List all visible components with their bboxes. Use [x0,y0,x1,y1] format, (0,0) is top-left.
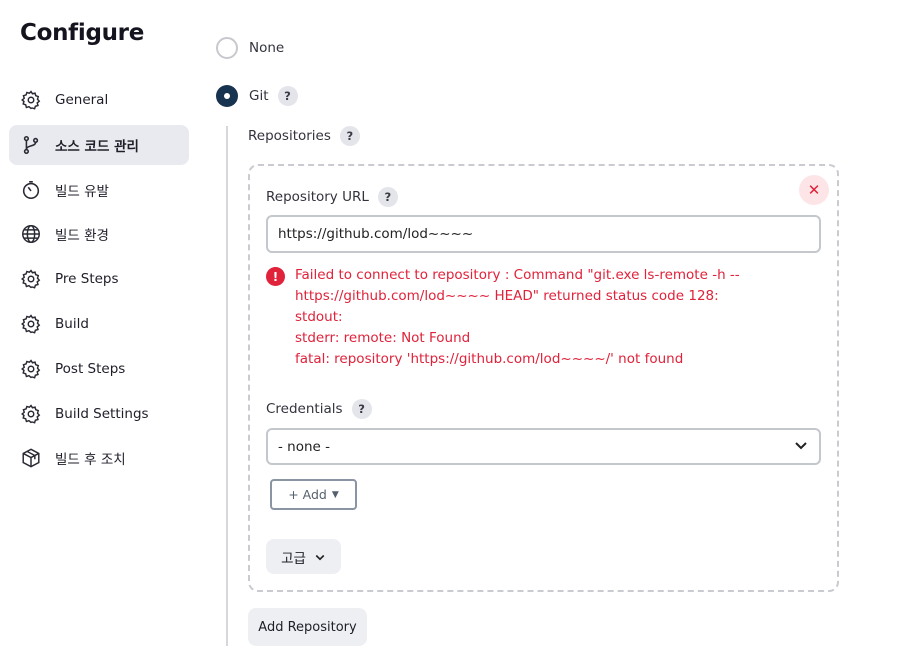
scm-option-none[interactable]: None [216,37,284,59]
advanced-label: 고급 [281,550,306,567]
sidebar-item-build-environment[interactable]: 빌드 환경 [9,214,189,254]
sidebar-item-pre-steps[interactable]: Pre Steps [9,259,189,299]
sidebar-item-label: 빌드 유발 [55,183,109,200]
chevron-down-icon [314,551,326,563]
sidebar-item-build-triggers[interactable]: 빌드 유발 [9,170,189,210]
sidebar-item-label: Build [55,315,89,332]
credentials-header: Credentials ? [266,399,372,419]
sidebar-item-post-steps[interactable]: Post Steps [9,349,189,389]
sidebar-item-general[interactable]: General [9,80,189,120]
gear-icon [20,313,42,335]
git-branch-icon [20,134,42,156]
chevron-down-icon [793,437,809,457]
error-text: Failed to connect to repository : Comman… [295,265,740,370]
sidebar-item-post-build-actions[interactable]: 빌드 후 조치 [9,438,189,478]
sidebar-item-source-code[interactable]: 소스 코드 관리 [9,124,189,165]
page-title: Configure [20,20,145,46]
error-line: fatal: repository 'https://github.com/lo… [295,351,684,367]
credentials-label: Credentials [266,401,343,417]
globe-icon [20,223,42,245]
gear-icon [20,268,42,290]
sidebar-item-label: Pre Steps [55,271,119,288]
sidebar-item-label: 빌드 후 조치 [55,452,126,469]
advanced-button[interactable]: 고급 [266,539,341,574]
close-icon: ✕ [807,181,821,199]
error-line: Failed to connect to repository : Comman… [295,267,740,283]
error-line: https://github.com/lod~~~~ HEAD" returne… [295,288,719,304]
timer-icon [20,179,42,201]
sidebar-item-label: 빌드 환경 [55,228,109,245]
connection-error-message: ! Failed to connect to repository : Comm… [266,265,826,370]
gear-icon [20,403,42,425]
sidebar-item-label: Post Steps [55,360,126,377]
git-help-icon[interactable]: ? [277,86,298,106]
cube-icon [20,447,42,469]
git-label: Git [249,88,269,104]
scm-option-git[interactable]: Git ? [216,85,298,107]
repositories-header: Repositories ? [248,126,360,146]
add-button-label: + Add [288,487,327,502]
none-label: None [249,40,285,56]
credentials-select[interactable]: - none - [266,428,821,465]
add-credentials-button[interactable]: + Add ▼ [270,479,357,510]
credentials-help-icon[interactable]: ? [351,399,372,419]
add-repository-button[interactable]: Add Repository [248,608,367,646]
credentials-value: - none - [278,438,331,455]
gear-icon [20,358,42,380]
sidebar-item-label: Build Settings [55,405,149,422]
gear-icon [20,89,42,111]
repositories-help-icon[interactable]: ? [339,126,360,146]
sidebar: General 소스 코드 관리 빌드 유발 빌드 환경 Pre Steps B… [9,80,189,483]
repository-url-header: Repository URL ? [266,187,398,207]
error-line: stdout: [295,309,343,325]
sidebar-item-build-settings[interactable]: Build Settings [9,394,189,434]
sidebar-item-build[interactable]: Build [9,304,189,344]
repositories-label: Repositories [248,128,331,144]
git-radio[interactable] [216,85,238,107]
repository-url-input[interactable] [266,215,821,253]
sidebar-item-label: General [55,92,109,108]
caret-down-icon: ▼ [331,489,339,500]
section-divider [226,126,228,646]
repository-url-help-icon[interactable]: ? [377,187,398,207]
error-line: stderr: remote: Not Found [295,330,471,346]
sidebar-item-label: 소스 코드 관리 [55,138,139,155]
delete-repository-button[interactable]: ✕ [799,175,829,205]
none-radio[interactable] [216,37,238,59]
repository-url-label: Repository URL [266,189,369,205]
error-icon: ! [266,267,285,286]
